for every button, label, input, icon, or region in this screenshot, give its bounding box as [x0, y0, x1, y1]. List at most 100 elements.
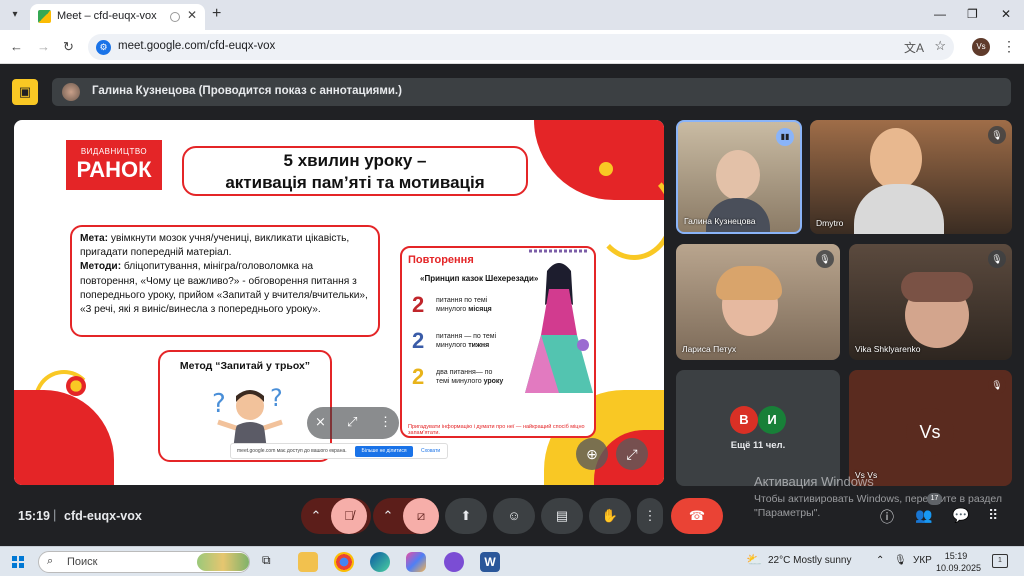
svg-text:?: ? — [212, 389, 226, 419]
keyboard-language[interactable]: УКР — [913, 555, 932, 566]
reactions-button[interactable]: ☺ — [493, 498, 535, 534]
address-bar: ← → ↻ ⚙ meet.google.com/cfd-euqx-vox 文A … — [0, 30, 1024, 64]
presentation-icon[interactable]: ▣ — [12, 79, 38, 105]
separator: | — [53, 507, 57, 522]
tab-search-icon[interactable]: ▾ — [6, 6, 24, 24]
presentation-banner-text: Галина Кузнецова (Проводится показ с анн… — [92, 85, 402, 97]
taskbar-clock[interactable]: 15:19 10.09.2025 — [936, 550, 981, 574]
microphone-tray-icon[interactable]: 🎙 — [894, 555, 907, 566]
windows-start-icon[interactable] — [12, 556, 24, 568]
chat-icon[interactable]: 💬 — [952, 507, 969, 524]
camera-toggle-button[interactable]: ⧄ — [403, 498, 439, 534]
muted-mic-icon: 🎙 — [988, 250, 1006, 268]
slide-decor-dot — [66, 376, 86, 396]
screen-share-notice: meet.google.com має доступ до вашого екр… — [230, 443, 448, 459]
meeting-code: cfd-euqx-vox — [64, 509, 142, 523]
participant-tile[interactable]: 🎙 Лариса Петух — [676, 244, 840, 360]
repetition-row: 2 два питання— по темі минулого уроку — [412, 364, 504, 389]
site-info-icon[interactable]: ⚙ — [96, 40, 111, 55]
presenter-avatar — [62, 83, 80, 101]
more-options-button[interactable]: ⋮ — [637, 498, 663, 534]
search-icon: ⌕ — [47, 555, 54, 567]
forward-icon[interactable]: → — [37, 39, 50, 54]
method-title: Метод “Запитай у трьох” — [179, 360, 311, 372]
notification-center-icon[interactable]: 1 — [992, 554, 1008, 568]
taskbar-search[interactable]: ⌕ Поиск — [38, 551, 250, 573]
weather-text[interactable]: 22°C Mostly sunny — [768, 555, 851, 566]
unpin-icon[interactable]: ⨯ — [315, 414, 326, 430]
word-icon[interactable]: W — [480, 552, 500, 572]
participant-avatar: В — [730, 406, 758, 434]
window-restore-button[interactable]: ❐ — [967, 7, 978, 21]
file-explorer-icon[interactable] — [298, 552, 318, 572]
muted-mic-icon: 🎙 — [816, 250, 834, 268]
people-icon[interactable]: 👥 — [915, 507, 932, 524]
weather-icon: ⛅ — [746, 552, 763, 567]
edge-icon[interactable] — [370, 552, 390, 572]
camera-options-chevron-icon[interactable]: ⌃ — [373, 498, 403, 534]
self-avatar: Vs — [906, 408, 954, 456]
muted-mic-icon: 🎙 — [988, 126, 1006, 144]
translate-icon[interactable]: 文A — [904, 39, 924, 56]
participant-tile[interactable]: ▮▮ Галина Кузнецова — [676, 120, 802, 234]
copilot-icon[interactable] — [406, 552, 426, 572]
search-highlight-image — [197, 553, 249, 571]
new-tab-button[interactable]: + — [212, 5, 221, 23]
participant-avatar: И — [758, 406, 786, 434]
tile-overlay-controls: ⨯ ⤢ ⋮ — [307, 407, 399, 439]
tab-strip: ▾ Meet – cfd-euqx-vox ✕ + — ❐ ✕ — [0, 0, 1024, 30]
zoom-icon[interactable]: ⊕ — [576, 438, 608, 470]
task-view-icon[interactable]: ⧉ — [262, 553, 271, 568]
url-text[interactable]: meet.google.com/cfd-euqx-vox — [118, 40, 275, 52]
more-participants-tile[interactable] — [676, 370, 840, 486]
participant-tile[interactable]: 🎙 Vika Shklyarenko — [849, 244, 1012, 360]
slide-decor-dot — [599, 162, 613, 176]
tray-overflow-icon[interactable]: ⌃ — [876, 555, 884, 566]
mic-options-chevron-icon[interactable]: ⌃ — [301, 498, 331, 534]
viber-icon[interactable] — [444, 552, 464, 572]
bookmark-star-icon[interactable]: ☆ — [934, 38, 946, 54]
participant-name: Лариса Петух — [682, 344, 737, 354]
omnibox[interactable]: ⚙ meet.google.com/cfd-euqx-vox 文A ☆ — [88, 34, 954, 60]
window-close-button[interactable]: ✕ — [1001, 7, 1011, 21]
slide-decor-yellow-arc — [594, 170, 664, 260]
browser-menu-icon[interactable]: ⋮ — [1002, 38, 1016, 55]
captions-button[interactable]: ▤ — [541, 498, 583, 534]
mic-toggle-button[interactable]: 🎙̸ — [331, 498, 367, 534]
princess-illustration — [525, 249, 593, 393]
repetition-row: 2 питання по темі минулого місяця — [412, 292, 492, 317]
activities-icon[interactable]: ⠿ — [988, 507, 998, 524]
tab-title: Meet – cfd-euqx-vox — [57, 10, 157, 22]
windows-taskbar: ⌕ Поиск ⧉ W ⛅ 22°C Mostly sunny ⌃ 🎙 УКР … — [0, 546, 1024, 576]
slide-decor-red-bottom — [14, 390, 114, 485]
slide-title: 5 хвилин уроку – активація пам’яті та мо… — [182, 146, 528, 196]
participant-name: Галина Кузнецова — [684, 216, 756, 226]
hide-notice-link[interactable]: Сховати — [421, 448, 440, 454]
profile-avatar[interactable]: Vs — [972, 38, 990, 56]
stop-sharing-button[interactable]: Більше не ділитися — [355, 446, 413, 457]
tab-meet[interactable]: Meet – cfd-euqx-vox ✕ — [30, 4, 205, 30]
present-screen-button[interactable]: ⬆ — [445, 498, 487, 534]
fullscreen-icon[interactable]: ⤢ — [347, 414, 357, 430]
participant-tile[interactable]: 🎙 Dmytro — [810, 120, 1012, 234]
meeting-info-icon[interactable]: ⓘ — [880, 507, 894, 527]
tab-close-icon[interactable]: ✕ — [187, 8, 197, 22]
repetition-title: Повторення — [408, 254, 474, 266]
search-placeholder: Поиск — [67, 556, 98, 568]
people-count-badge: 17 — [927, 493, 942, 505]
shared-slide: ВИДАВНИЦТВО РАНОК 5 хвилин уроку – актив… — [14, 120, 664, 485]
back-icon[interactable]: ← — [10, 39, 23, 54]
goal-methods-box: Мета: увімкнути мозок учня/учениці, викл… — [70, 225, 380, 337]
chrome-icon[interactable] — [334, 552, 354, 572]
raise-hand-button[interactable]: ✋ — [589, 498, 631, 534]
more-participants-label: Ещё 11 чел. — [730, 440, 786, 451]
meeting-time: 15:19 — [18, 509, 50, 523]
leave-call-button[interactable]: ☎ — [671, 498, 723, 534]
participant-name: Dmytro — [816, 218, 844, 228]
muted-mic-icon: 🎙 — [988, 376, 1006, 394]
svg-text:?: ? — [270, 384, 283, 412]
window-minimize-button[interactable]: — — [934, 7, 946, 21]
expand-icon[interactable]: ⤢ — [616, 438, 648, 470]
reload-icon[interactable]: ↻ — [63, 39, 74, 55]
more-options-icon[interactable]: ⋮ — [379, 414, 392, 430]
